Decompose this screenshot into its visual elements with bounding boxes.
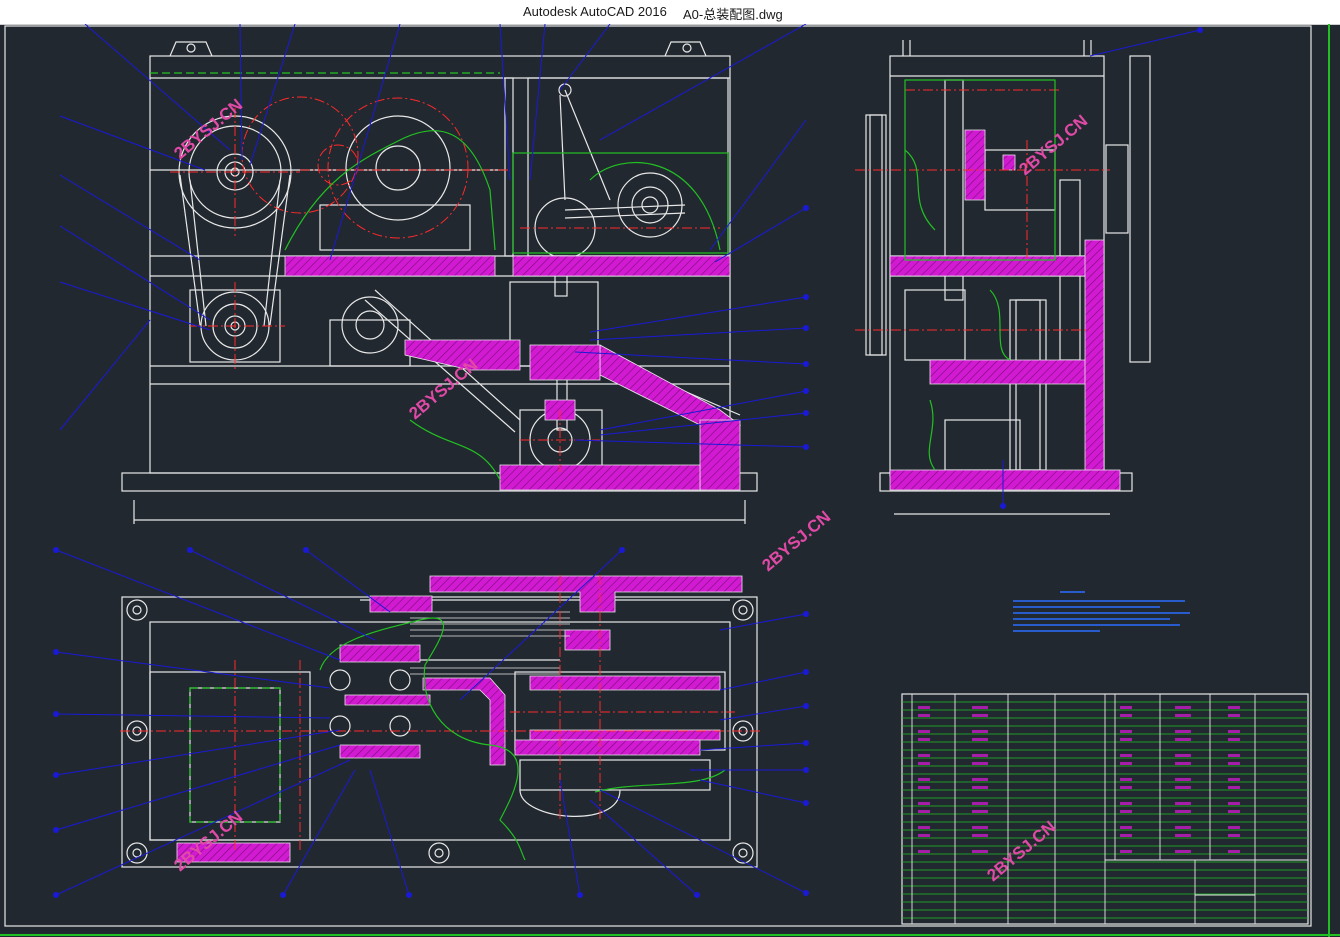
table-cell-mark bbox=[1228, 810, 1240, 813]
table-cell-mark bbox=[918, 762, 930, 765]
table-cell-mark bbox=[1120, 834, 1132, 837]
table-cell-mark bbox=[972, 810, 988, 813]
table-cell-mark bbox=[1228, 778, 1240, 781]
svg-text:2BYSJ.CN: 2BYSJ.CN bbox=[983, 817, 1059, 885]
table-cell-mark bbox=[1175, 754, 1191, 757]
table-cell-mark bbox=[1175, 834, 1191, 837]
table-cell-mark bbox=[918, 834, 930, 837]
window-titlebar: Autodesk AutoCAD 2016 A0-总装配图.dwg bbox=[0, 0, 1340, 25]
table-cell-mark bbox=[1120, 826, 1132, 829]
table-cell-mark bbox=[1175, 786, 1191, 789]
table-cell-mark bbox=[1228, 754, 1240, 757]
table-cell-mark bbox=[1120, 762, 1132, 765]
table-cell-mark bbox=[918, 810, 930, 813]
table-cell-mark bbox=[1228, 802, 1240, 805]
table-cell-mark bbox=[1175, 802, 1191, 805]
table-cell-mark bbox=[1120, 802, 1132, 805]
table-cell-mark bbox=[918, 826, 930, 829]
table-cell-mark bbox=[1228, 834, 1240, 837]
table-cell-mark bbox=[972, 714, 988, 717]
top-view[interactable] bbox=[53, 547, 809, 898]
side-view[interactable] bbox=[855, 27, 1203, 515]
table-cell-mark bbox=[1228, 714, 1240, 717]
app-title: Autodesk AutoCAD 2016 bbox=[523, 4, 667, 19]
table-cell-mark bbox=[918, 786, 930, 789]
table-cell-mark bbox=[1228, 706, 1240, 709]
table-cell-mark bbox=[1120, 850, 1132, 853]
table-cell-mark bbox=[1175, 706, 1191, 709]
table-cell-mark bbox=[1120, 754, 1132, 757]
drawing-canvas[interactable]: 2BYSJ.CN 2BYSJ.CN 2BYSJ.CN 2BYSJ.CN 2BYS… bbox=[0, 24, 1340, 937]
table-cell-mark bbox=[918, 706, 930, 709]
table-cell-mark bbox=[1228, 826, 1240, 829]
table-cell-mark bbox=[1120, 714, 1132, 717]
table-cell-mark bbox=[1175, 730, 1191, 733]
svg-text:2BYSJ.CN: 2BYSJ.CN bbox=[405, 355, 481, 423]
table-cell-mark bbox=[972, 738, 988, 741]
table-cell-mark bbox=[972, 730, 988, 733]
table-cell-mark bbox=[972, 778, 988, 781]
table-cell-mark bbox=[1228, 850, 1240, 853]
table-cell-mark bbox=[918, 738, 930, 741]
table-cell-mark bbox=[972, 786, 988, 789]
table-cell-mark bbox=[1120, 738, 1132, 741]
table-cell-mark bbox=[1175, 850, 1191, 853]
table-cell-mark bbox=[1120, 778, 1132, 781]
svg-text:2BYSJ.CN: 2BYSJ.CN bbox=[758, 507, 834, 575]
table-cell-mark bbox=[972, 762, 988, 765]
table-cell-mark bbox=[1175, 714, 1191, 717]
table-cell-mark bbox=[972, 850, 988, 853]
table-cell-mark bbox=[918, 730, 930, 733]
table-cell-mark bbox=[1120, 730, 1132, 733]
table-cell-mark bbox=[972, 754, 988, 757]
parts-list-table bbox=[901, 693, 1309, 925]
table-cell-mark bbox=[1175, 762, 1191, 765]
document-title: A0-总装配图.dwg bbox=[683, 7, 783, 22]
table-cell-mark bbox=[1175, 826, 1191, 829]
table-cell-mark bbox=[918, 714, 930, 717]
table-cell-mark bbox=[918, 802, 930, 805]
table-cell-mark bbox=[1120, 786, 1132, 789]
technical-notes bbox=[1013, 591, 1190, 632]
table-cell-mark bbox=[1175, 778, 1191, 781]
table-cell-mark bbox=[972, 826, 988, 829]
table-cell-mark bbox=[1228, 730, 1240, 733]
table-cell-mark bbox=[918, 754, 930, 757]
table-cell-mark bbox=[918, 778, 930, 781]
table-cell-mark bbox=[972, 802, 988, 805]
table-cell-mark bbox=[1228, 786, 1240, 789]
front-view[interactable] bbox=[59, 24, 809, 524]
table-cell-mark bbox=[1228, 738, 1240, 741]
table-cell-mark bbox=[972, 834, 988, 837]
table-cell-mark bbox=[1120, 706, 1132, 709]
table-cell-mark bbox=[1120, 810, 1132, 813]
table-cell-mark bbox=[972, 706, 988, 709]
table-cell-mark bbox=[1175, 738, 1191, 741]
table-cell-mark bbox=[1228, 762, 1240, 765]
table-cell-mark bbox=[1175, 810, 1191, 813]
table-cell-mark bbox=[918, 850, 930, 853]
